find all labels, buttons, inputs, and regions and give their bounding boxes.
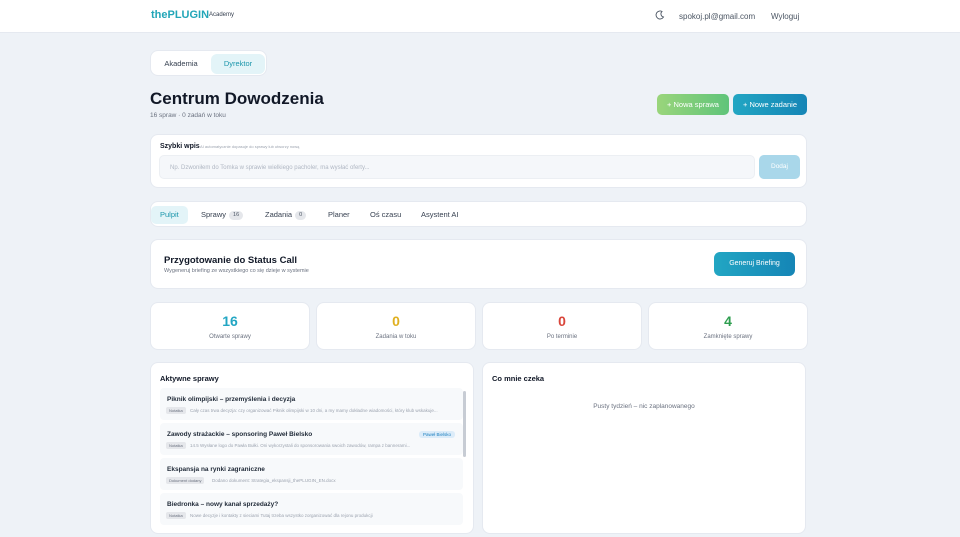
logout-link[interactable]: Wyloguj — [771, 12, 799, 21]
new-task-button[interactable]: + Nowe zadanie — [733, 94, 807, 115]
quick-entry-card: Szybki wpis AI automatycznie dopasuje do… — [150, 134, 807, 188]
upcoming-panel: Co mnie czeka Pusty tydzień – nic zaplan… — [482, 362, 806, 534]
case-description: 14.5 Wysłane logo do Pawła Bułki. Oni wy… — [190, 442, 411, 448]
stat-value: 0 — [558, 313, 566, 329]
case-list[interactable]: Piknik olimpijski – przemyślenia i decyz… — [160, 388, 465, 528]
case-description: Dodano dokument: Strategia_ekspansji_the… — [212, 477, 336, 483]
moon-icon[interactable] — [655, 10, 665, 20]
list-item[interactable]: Piknik olimpijski – przemyślenia i decyz… — [160, 388, 463, 420]
app-logo-subtitle: Academy — [209, 12, 235, 18]
tab-pulpit[interactable]: Pulpit — [151, 206, 188, 224]
list-item[interactable]: Biedronka – nowy kanał sprzedaży? Notatk… — [160, 493, 463, 525]
case-tag: Dokument dodany — [166, 477, 205, 484]
page-title: Centrum Dowodzenia — [150, 89, 324, 108]
status-call-card: Przygotowanie do Status Call Wygeneruj b… — [150, 239, 807, 289]
stat-value: 16 — [222, 313, 238, 329]
stat-tasks-in-progress: 0 Zadania w toku — [316, 302, 476, 350]
main-nav: Pulpit Sprawy 16 Zadania 0 Planer Oś czasu… — [150, 201, 807, 227]
quick-entry-label: Szybki wpis — [160, 143, 200, 150]
app-logo[interactable]: thePLUGIN — [151, 9, 209, 21]
stat-value: 0 — [392, 313, 400, 329]
tab-zadania[interactable]: Zadania 0 — [265, 206, 307, 224]
upcoming-title: Co mnie czeka — [492, 374, 545, 383]
quick-entry-input[interactable]: Np. Dzwoniłem do Tomka w sprawie wielkie… — [159, 155, 755, 179]
case-tag: Notatka — [166, 512, 186, 519]
empty-state-message: Pusty tydzień – nic zaplanowanego — [593, 403, 695, 410]
top-bar: thePLUGIN Academy spokoj.pl@gmail.com Wy… — [0, 0, 960, 33]
stat-label: Otwarte sprawy — [209, 334, 251, 340]
case-title: Biedronka – nowy kanał sprzedaży? — [167, 501, 279, 508]
quick-entry-add-button[interactable]: Dodaj — [759, 155, 800, 179]
active-cases-title: Aktywne sprawy — [160, 374, 219, 383]
generate-briefing-button[interactable]: Generuj Briefing — [714, 252, 795, 276]
page-subtitle: 16 spraw · 0 zadań w toku — [150, 112, 226, 119]
role-switch: Akademia Dyrektor — [150, 50, 267, 76]
count-badge: 0 — [295, 211, 307, 220]
tab-os-czasu[interactable]: Oś czasu — [370, 206, 401, 224]
list-item[interactable]: Ekspansja na rynki zagraniczne Dokument … — [160, 458, 463, 490]
case-description: Cały czas trwa decyzja: czy organizować … — [190, 407, 438, 413]
role-tab-dyrektor[interactable]: Dyrektor — [211, 54, 265, 74]
stat-label: Zamknięte sprawy — [703, 334, 753, 340]
tab-sprawy[interactable]: Sprawy 16 — [201, 206, 244, 224]
case-description: Nowe decyzje i kontakty z sieciami Tutaj… — [190, 512, 373, 518]
case-tag: Notatka — [166, 407, 186, 414]
stat-closed-cases: 4 Zamknięte sprawy — [648, 302, 808, 350]
stat-value: 4 — [724, 313, 732, 329]
list-item[interactable]: Zawody strażackie – sponsoring Paweł Bie… — [160, 423, 463, 455]
user-email: spokoj.pl@gmail.com — [679, 12, 756, 21]
tab-asystent-ai[interactable]: Asystent AI — [421, 206, 459, 224]
case-title: Ekspansja na rynki zagraniczne — [167, 466, 265, 473]
tab-planer[interactable]: Planer — [328, 206, 350, 224]
status-call-title: Przygotowanie do Status Call — [164, 255, 298, 266]
stat-label: Zadania w toku — [375, 334, 417, 340]
case-tag: Notatka — [166, 442, 186, 449]
person-pill: Paweł Bielsko — [418, 431, 455, 438]
quick-entry-hint: AI automatycznie dopasuje do sprawy lub … — [200, 144, 300, 149]
stat-overdue: 0 Po terminie — [482, 302, 642, 350]
active-cases-panel: Aktywne sprawy Piknik olimpijski – przem… — [150, 362, 474, 534]
status-call-subtitle: Wygeneruj briefing ze wszystkiego co się… — [164, 268, 309, 274]
count-badge: 16 — [229, 211, 244, 220]
case-title: Piknik olimpijski – przemyślenia i decyz… — [167, 396, 296, 403]
role-tab-akademia[interactable]: Akademia — [154, 54, 208, 74]
new-case-button[interactable]: + Nowa sprawa — [657, 94, 729, 115]
case-title: Zawody strażackie – sponsoring Paweł Bie… — [167, 431, 313, 438]
list-scrollbar[interactable] — [463, 391, 466, 457]
stat-open-cases: 16 Otwarte sprawy — [150, 302, 310, 350]
stat-label: Po terminie — [546, 334, 578, 340]
